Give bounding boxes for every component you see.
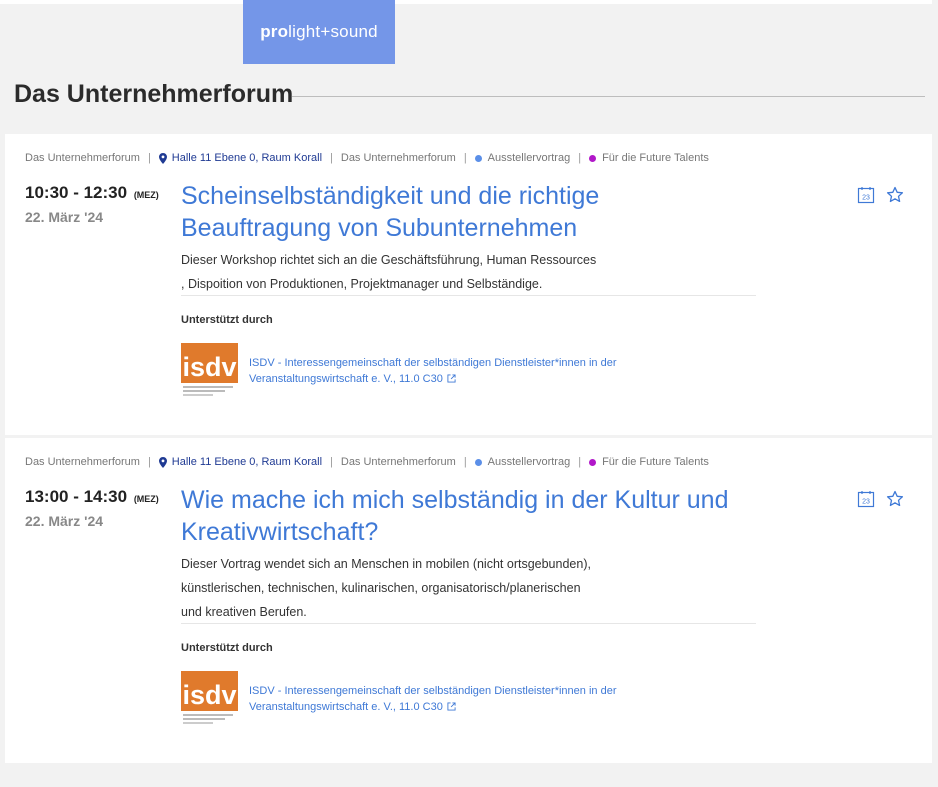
meta-separator: | xyxy=(147,152,151,164)
event-time: 13:00 - 14:30 (MEZ) xyxy=(25,487,159,507)
meta-forum-secondary: Das Unternehmerforum xyxy=(340,152,456,164)
isdv-logo-text: isdv xyxy=(182,352,236,382)
sponsor-line: ISDV - Interessengemeinschaft der selbst… xyxy=(249,357,617,369)
add-to-calendar-icon[interactable]: 23 xyxy=(857,186,875,204)
event-description: Dieser Vortrag wendet sich an Menschen i… xyxy=(181,552,621,624)
location-pin-icon xyxy=(158,456,167,468)
external-link-icon xyxy=(447,374,456,383)
meta-location-link[interactable]: Halle 11 Ebene 0, Raum Korall xyxy=(158,152,323,164)
sponsor-line: ISDV - Interessengemeinschaft der selbst… xyxy=(249,685,617,697)
meta-separator: | xyxy=(463,456,467,468)
meta-category: Ausstellervortrag xyxy=(487,456,571,468)
description-line: Dieser Vortrag wendet sich an Menschen i… xyxy=(181,557,591,571)
category-dot-icon xyxy=(474,154,482,162)
meta-audience: Für die Future Talents xyxy=(602,456,709,468)
external-link-icon xyxy=(447,702,456,711)
description-line: , Dispoition von Produktionen, Projektma… xyxy=(181,277,543,291)
section-title: Das Unternehmerforum xyxy=(14,80,294,108)
supported-by-label: Unterstützt durch xyxy=(181,642,273,654)
sponsor-line-2: Veranstaltungswirtschaft e. V., 11.0 C30 xyxy=(249,371,649,387)
description-line: Dieser Workshop richtet sich an die Gesc… xyxy=(181,253,597,267)
event-title-link[interactable]: Scheinselbständigkeit und die richtige B… xyxy=(181,180,741,244)
sponsor-line: Veranstaltungswirtschaft e. V., 11.0 C30 xyxy=(249,373,443,385)
favorite-star-icon[interactable] xyxy=(886,186,904,204)
divider xyxy=(181,295,756,296)
event-date: 22. März '24 xyxy=(25,209,104,225)
brand-rest-text: light+sound xyxy=(288,22,378,41)
meta-forum: Das Unternehmerforum xyxy=(25,152,140,164)
section-divider xyxy=(292,96,925,97)
category-dot-icon xyxy=(474,458,482,466)
event-description: Dieser Workshop richtet sich an die Gesc… xyxy=(181,248,621,296)
sponsor-line-2: Veranstaltungswirtschaft e. V., 11.0 C30 xyxy=(249,699,649,715)
brand-bold-text: pro xyxy=(260,22,289,41)
event-date: 22. März '24 xyxy=(25,513,104,529)
calendar-icon-number: 23 xyxy=(862,195,870,202)
event-title-link[interactable]: Wie mache ich mich selbständig in der Ku… xyxy=(181,484,741,548)
meta-separator: | xyxy=(330,456,333,468)
isdv-logo-text: isdv xyxy=(182,680,236,710)
event-time-range: 13:00 - 14:30 xyxy=(25,487,128,506)
meta-separator: | xyxy=(578,152,582,164)
meta-location-link[interactable]: Halle 11 Ebene 0, Raum Korall xyxy=(158,456,323,468)
event-timezone: (MEZ) xyxy=(133,190,159,200)
event-meta: Das Unternehmerforum | Halle 11 Ebene 0,… xyxy=(25,456,709,468)
meta-forum-secondary: Das Unternehmerforum xyxy=(340,456,456,468)
meta-separator: | xyxy=(463,152,467,164)
prolight-sound-logo[interactable]: pro light+sound xyxy=(243,0,395,64)
meta-location-text: Halle 11 Ebene 0, Raum Korall xyxy=(171,152,323,164)
meta-category: Ausstellervortrag xyxy=(487,152,571,164)
audience-dot-icon xyxy=(589,154,597,162)
sponsor-link[interactable]: ISDV - Interessengemeinschaft der selbst… xyxy=(249,683,649,715)
sponsor-link[interactable]: ISDV - Interessengemeinschaft der selbst… xyxy=(249,355,649,387)
add-to-calendar-icon[interactable]: 23 xyxy=(857,490,875,508)
sponsor-line: Veranstaltungswirtschaft e. V., 11.0 C30 xyxy=(249,701,443,713)
event-time-range: 10:30 - 12:30 xyxy=(25,183,128,202)
event-time: 10:30 - 12:30 (MEZ) xyxy=(25,183,159,203)
calendar-icon-number: 23 xyxy=(862,499,870,506)
location-pin-icon xyxy=(158,152,167,164)
top-strip xyxy=(0,0,932,4)
meta-location-text: Halle 11 Ebene 0, Raum Korall xyxy=(171,456,323,468)
meta-forum: Das Unternehmerforum xyxy=(25,456,140,468)
event-timezone: (MEZ) xyxy=(133,494,159,504)
meta-separator: | xyxy=(147,456,151,468)
meta-separator: | xyxy=(330,152,333,164)
isdv-logo[interactable]: isdv xyxy=(181,671,238,725)
supported-by-label: Unterstützt durch xyxy=(181,314,273,326)
event-card: Das Unternehmerforum | Halle 11 Ebene 0,… xyxy=(5,438,932,763)
favorite-star-icon[interactable] xyxy=(886,490,904,508)
description-line: und kreativen Berufen. xyxy=(181,605,307,619)
meta-audience: Für die Future Talents xyxy=(602,152,709,164)
divider xyxy=(181,623,756,624)
meta-separator: | xyxy=(578,456,582,468)
event-card: Das Unternehmerforum | Halle 11 Ebene 0,… xyxy=(5,134,932,435)
event-meta: Das Unternehmerforum | Halle 11 Ebene 0,… xyxy=(25,152,709,164)
description-line: künstlerischen, technischen, kulinarisch… xyxy=(181,581,581,595)
audience-dot-icon xyxy=(589,458,597,466)
isdv-logo[interactable]: isdv xyxy=(181,343,238,397)
